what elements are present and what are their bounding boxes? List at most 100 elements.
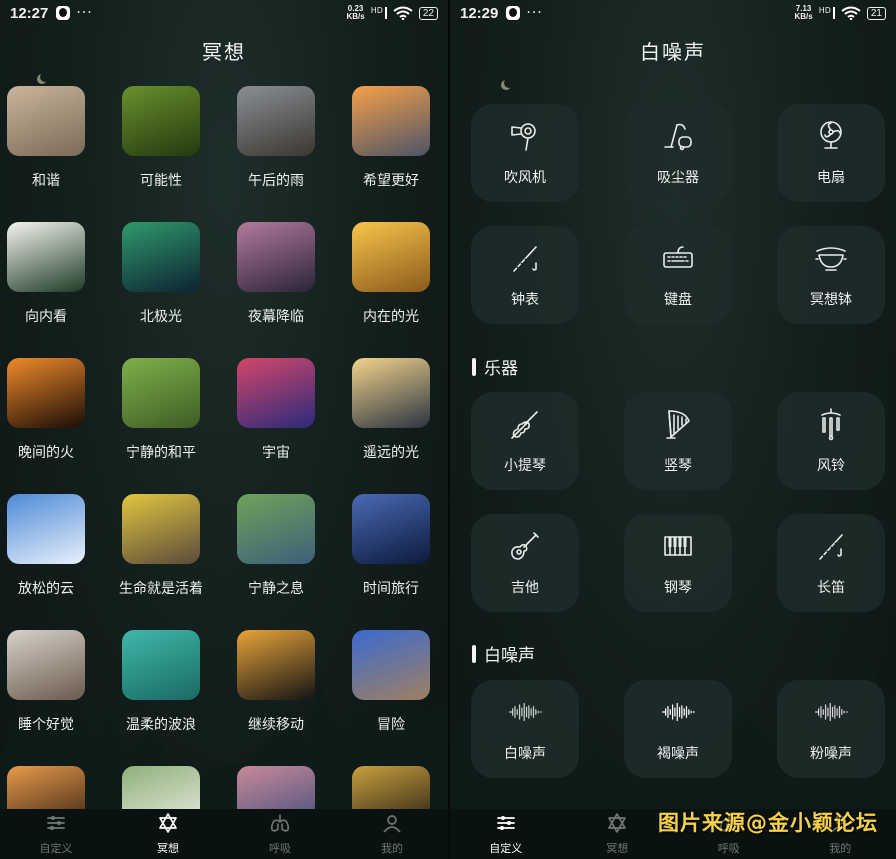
nav-item[interactable]: 冥想 xyxy=(562,809,674,859)
meditation-thumbnail[interactable] xyxy=(7,222,85,292)
meditation-item[interactable]: 放松的云 xyxy=(0,494,96,624)
sound-label: 白噪声 xyxy=(504,746,546,762)
sound-label: 吹风机 xyxy=(504,170,546,186)
meditation-thumbnail[interactable] xyxy=(237,222,315,292)
meditation-item[interactable]: 夜幕降临 xyxy=(226,222,326,352)
sound-item[interactable]: 风铃 xyxy=(777,392,885,490)
meditation-thumbnail[interactable] xyxy=(237,630,315,700)
waveform-icon xyxy=(814,695,848,733)
nav-item[interactable]: 自定义 xyxy=(450,809,562,859)
meditation-thumbnail[interactable] xyxy=(7,630,85,700)
meditation-item[interactable]: 可能性 xyxy=(111,86,211,216)
sound-item[interactable]: 冥想钵 xyxy=(777,226,885,324)
meditation-item[interactable]: 午后的雨 xyxy=(226,86,326,216)
sound-item[interactable]: 长笛 xyxy=(777,514,885,612)
sound-item[interactable]: 键盘 xyxy=(624,226,732,324)
meditation-thumbnail[interactable] xyxy=(122,86,200,156)
sound-card[interactable]: 键盘 xyxy=(624,226,732,324)
nav-item[interactable]: 冥想 xyxy=(112,809,224,859)
network-speed: 7.13 KB/s xyxy=(794,5,812,21)
meditation-item[interactable]: 生命就是活着 xyxy=(111,494,211,624)
meditation-label: 宇宙 xyxy=(262,445,290,461)
sound-card[interactable]: 风铃 xyxy=(777,392,885,490)
meditation-item[interactable]: 睡个好觉 xyxy=(0,630,96,760)
sound-card[interactable]: 冥想钵 xyxy=(777,226,885,324)
nav-item[interactable]: 自定义 xyxy=(0,809,112,859)
sound-item[interactable]: 褐噪声 xyxy=(624,680,732,778)
meditation-item[interactable]: 宁静之息 xyxy=(226,494,326,624)
meditation-thumbnail[interactable] xyxy=(237,494,315,564)
meditation-item[interactable]: 和谐 xyxy=(0,86,96,216)
meditation-thumbnail[interactable] xyxy=(352,358,430,428)
meditation-item[interactable]: 内在的光 xyxy=(341,222,441,352)
sound-label: 钢琴 xyxy=(664,580,692,596)
meditation-item[interactable]: 希望更好 xyxy=(341,86,441,216)
sound-card[interactable]: 钢琴 xyxy=(624,514,732,612)
sound-item[interactable]: 电扇 xyxy=(777,104,885,202)
keyboard-icon xyxy=(661,241,695,279)
meditation-item[interactable]: 宁静的和平 xyxy=(111,358,211,488)
sound-card[interactable]: 小提琴 xyxy=(471,392,579,490)
meditation-screen: 12:27 ··· 0.23 KB/s HD 22 冥想 和谐 可能性 午后的雨 希望… xyxy=(0,0,448,859)
meditation-item[interactable]: 冒险 xyxy=(341,630,441,760)
sound-card[interactable]: 褐噪声 xyxy=(624,680,732,778)
nav-item[interactable]: 呼吸 xyxy=(224,809,336,859)
section-instruments: 乐器 xyxy=(472,354,518,379)
sound-card[interactable]: 粉噪声 xyxy=(777,680,885,778)
nav-item[interactable]: 我的 xyxy=(336,809,448,859)
sound-label: 长笛 xyxy=(817,580,845,596)
hair-dryer-icon xyxy=(508,119,542,157)
sound-item[interactable]: 吸尘器 xyxy=(624,104,732,202)
meditation-thumbnail[interactable] xyxy=(237,358,315,428)
sound-item[interactable]: 小提琴 xyxy=(471,392,579,490)
sound-item[interactable]: 吹风机 xyxy=(471,104,579,202)
sound-item[interactable]: 钢琴 xyxy=(624,514,732,612)
guitar-icon xyxy=(508,529,542,567)
nav-label: 呼吸 xyxy=(717,842,740,855)
meditation-thumbnail[interactable] xyxy=(352,630,430,700)
more-notifications-icon: ··· xyxy=(526,5,543,21)
white-noise-screen: 12:29 ··· 7.13 KB/s HD 21 白噪声 吹风机 吸尘器 电扇 钟表… xyxy=(450,0,896,859)
meditation-label: 向内看 xyxy=(25,309,67,325)
sound-card[interactable]: 长笛 xyxy=(777,514,885,612)
meditation-thumbnail[interactable] xyxy=(7,86,85,156)
meditation-thumbnail[interactable] xyxy=(7,494,85,564)
meditation-thumbnail[interactable] xyxy=(122,222,200,292)
sound-item[interactable]: 竖琴 xyxy=(624,392,732,490)
meditation-thumbnail[interactable] xyxy=(122,630,200,700)
sound-card[interactable]: 吹风机 xyxy=(471,104,579,202)
meditation-item[interactable]: 温柔的波浪 xyxy=(111,630,211,760)
section-marker xyxy=(472,644,476,663)
meditation-thumbnail[interactable] xyxy=(122,494,200,564)
sound-item[interactable]: 钟表 xyxy=(471,226,579,324)
sound-card[interactable]: 竖琴 xyxy=(624,392,732,490)
meditation-thumbnail[interactable] xyxy=(122,358,200,428)
violin-icon xyxy=(508,407,542,445)
sound-item[interactable]: 白噪声 xyxy=(471,680,579,778)
sound-label: 键盘 xyxy=(664,292,692,308)
meditation-item[interactable]: 继续移动 xyxy=(226,630,326,760)
sound-label: 风铃 xyxy=(817,458,845,474)
meditation-thumbnail[interactable] xyxy=(352,86,430,156)
meditation-item[interactable]: 晚间的火 xyxy=(0,358,96,488)
sound-item[interactable]: 粉噪声 xyxy=(777,680,885,778)
sound-card[interactable]: 白噪声 xyxy=(471,680,579,778)
meditation-label: 时间旅行 xyxy=(363,581,419,597)
meditation-thumbnail[interactable] xyxy=(237,86,315,156)
meditation-thumbnail[interactable] xyxy=(352,222,430,292)
sound-card[interactable]: 吉他 xyxy=(471,514,579,612)
meditation-thumbnail[interactable] xyxy=(352,494,430,564)
status-time: 12:29 xyxy=(460,4,499,22)
moon-icon xyxy=(504,78,514,88)
meditation-item[interactable]: 宇宙 xyxy=(226,358,326,488)
meditation-item[interactable]: 向内看 xyxy=(0,222,96,352)
meditation-item[interactable]: 时间旅行 xyxy=(341,494,441,624)
meditation-item[interactable]: 遥远的光 xyxy=(341,358,441,488)
meditation-thumbnail[interactable] xyxy=(7,358,85,428)
sound-card[interactable]: 吸尘器 xyxy=(624,104,732,202)
sound-card[interactable]: 钟表 xyxy=(471,226,579,324)
sound-item[interactable]: 吉他 xyxy=(471,514,579,612)
sound-card[interactable]: 电扇 xyxy=(777,104,885,202)
meditation-item[interactable]: 北极光 xyxy=(111,222,211,352)
meditation-label: 生命就是活着 xyxy=(119,581,203,597)
